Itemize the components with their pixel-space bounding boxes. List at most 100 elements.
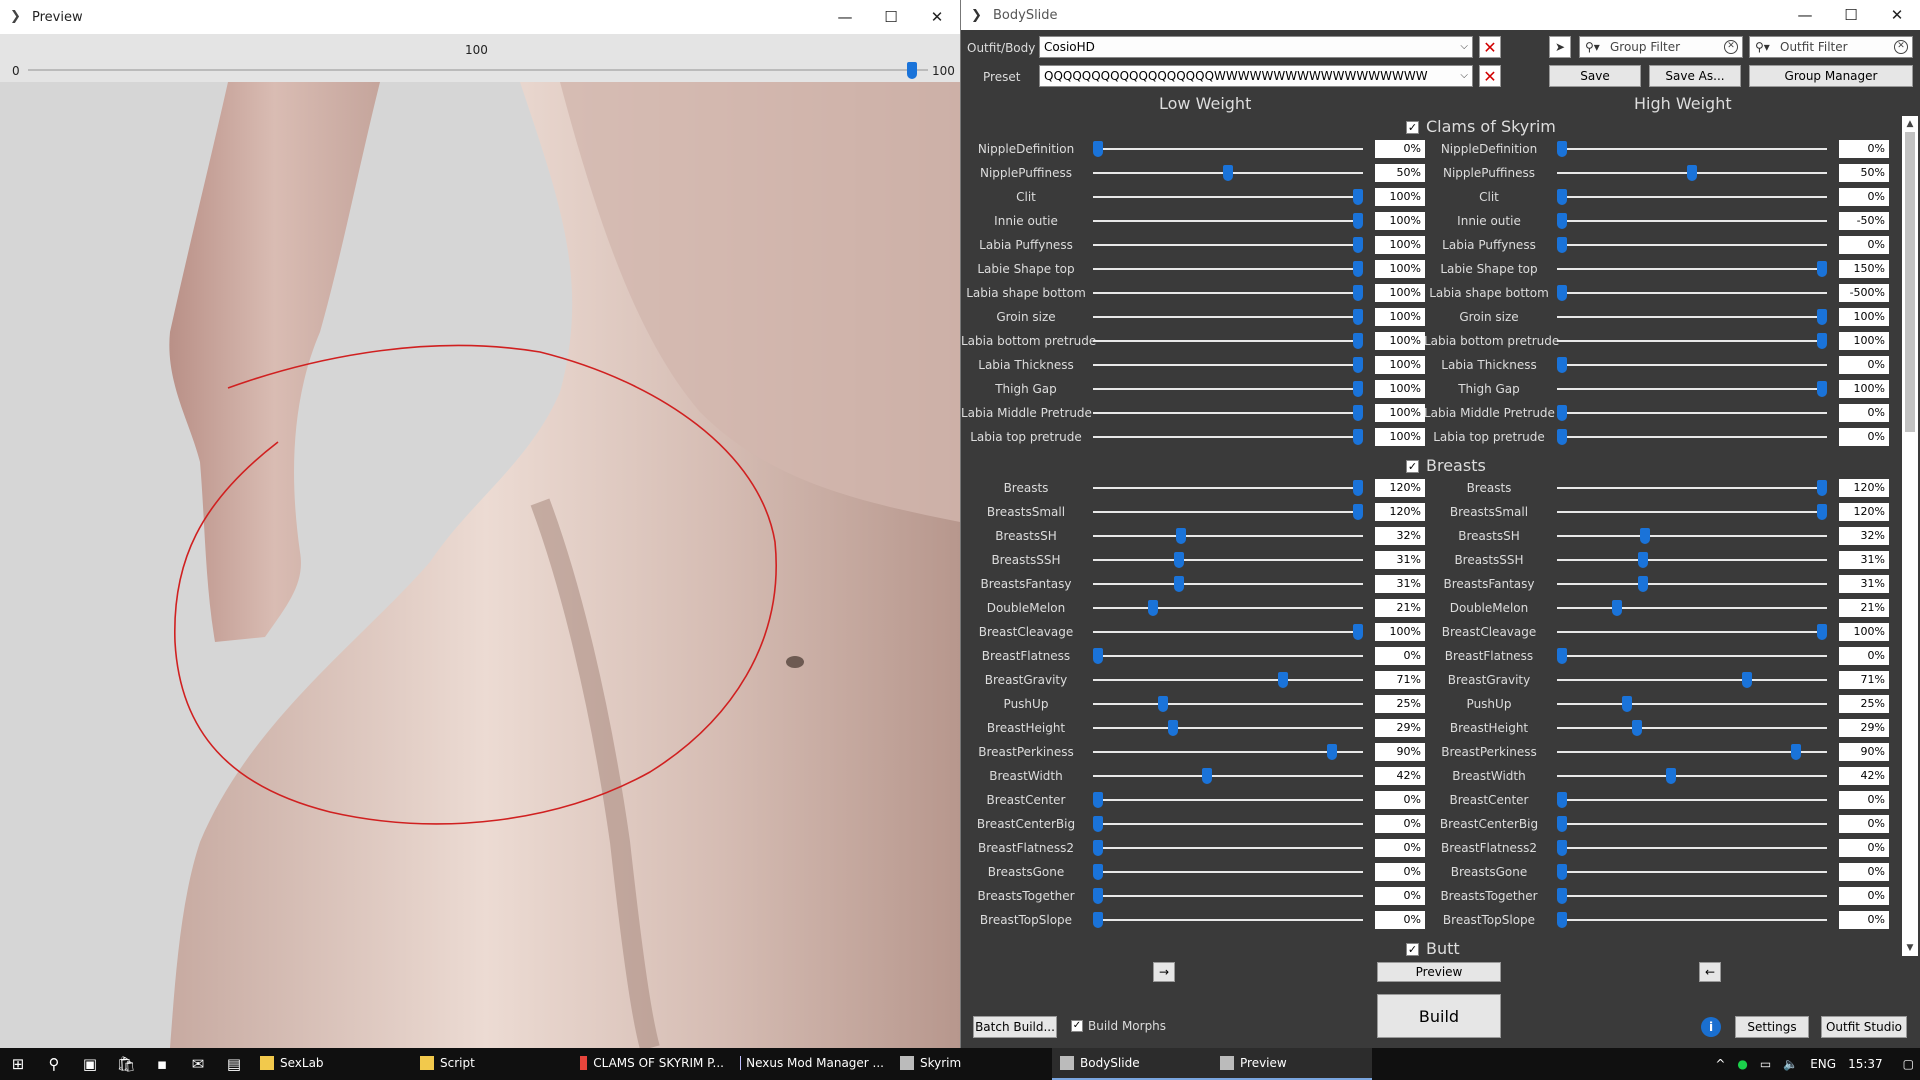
low-slider-thumb[interactable] <box>1353 261 1363 277</box>
low-slider-track[interactable] <box>1093 436 1363 438</box>
low-slider-value[interactable]: 90% <box>1375 743 1425 761</box>
clear-filter-icon[interactable]: ✕ <box>1724 40 1738 54</box>
high-slider-track[interactable] <box>1557 631 1827 633</box>
task-view-icon[interactable]: ▣ <box>72 1048 108 1080</box>
low-slider-track[interactable] <box>1093 220 1363 222</box>
low-slider-track[interactable] <box>1093 895 1363 897</box>
low-slider-thumb[interactable] <box>1093 864 1103 880</box>
maximize-button[interactable]: ☐ <box>1828 0 1874 30</box>
low-slider-thumb[interactable] <box>1353 333 1363 349</box>
low-slider-track[interactable] <box>1093 727 1363 729</box>
low-slider-value[interactable]: 100% <box>1375 212 1425 230</box>
info-icon[interactable]: i <box>1701 1017 1721 1037</box>
high-slider-thumb[interactable] <box>1557 285 1567 301</box>
high-slider-track[interactable] <box>1557 148 1827 150</box>
high-slider-value[interactable]: 0% <box>1839 791 1889 809</box>
high-slider-track[interactable] <box>1557 559 1827 561</box>
high-slider-track[interactable] <box>1557 196 1827 198</box>
close-button[interactable]: ✕ <box>914 0 960 34</box>
low-slider-track[interactable] <box>1093 364 1363 366</box>
high-slider-track[interactable] <box>1557 823 1827 825</box>
high-slider-thumb[interactable] <box>1687 165 1697 181</box>
low-slider-value[interactable]: 100% <box>1375 308 1425 326</box>
low-slider-thumb[interactable] <box>1353 213 1363 229</box>
taskbar-app-clams-of-skyrim-p[interactable]: CLAMS OF SKYRIM P... <box>572 1048 732 1080</box>
high-slider-value[interactable]: 150% <box>1839 260 1889 278</box>
low-slider-thumb[interactable] <box>1353 237 1363 253</box>
vertical-scrollbar[interactable]: ▲ ▼ <box>1902 116 1918 956</box>
high-slider-value[interactable]: -50% <box>1839 212 1889 230</box>
low-slider-thumb[interactable] <box>1202 768 1213 784</box>
low-slider-thumb[interactable] <box>1093 141 1103 157</box>
save-as-button[interactable]: Save As... <box>1649 65 1741 87</box>
group-manager-button[interactable]: Group Manager <box>1749 65 1913 87</box>
low-slider-value[interactable]: 0% <box>1375 863 1425 881</box>
taskbar-app-nexus-mod-manager[interactable]: Nexus Mod Manager ... <box>732 1048 892 1080</box>
volume-icon[interactable]: 🔈 <box>1783 1057 1798 1071</box>
high-slider-track[interactable] <box>1557 895 1827 897</box>
high-slider-track[interactable] <box>1557 316 1827 318</box>
low-slider-track[interactable] <box>1093 535 1363 537</box>
low-slider-track[interactable] <box>1093 340 1363 342</box>
preset-combo[interactable]: QQQQQQQQQQQQQQQQQQWWWWWWWWWWWWWWWWWW ⌵ <box>1039 65 1473 87</box>
group-filter-input[interactable]: ⚲▾ Group Filter ✕ <box>1579 36 1743 58</box>
low-slider-value[interactable]: 100% <box>1375 428 1425 446</box>
low-slider-value[interactable]: 29% <box>1375 719 1425 737</box>
high-slider-track[interactable] <box>1557 412 1827 414</box>
high-slider-value[interactable]: 25% <box>1839 695 1889 713</box>
high-slider-thumb[interactable] <box>1791 744 1801 760</box>
copy-to-low-button[interactable]: ← <box>1699 962 1721 982</box>
mail-icon[interactable]: ✉ <box>180 1048 216 1080</box>
clear-outfit-button[interactable]: ✕ <box>1479 36 1501 58</box>
low-slider-thumb[interactable] <box>1093 912 1103 928</box>
build-morphs-checkbox[interactable]: ✓ <box>1071 1020 1083 1032</box>
low-slider-thumb[interactable] <box>1093 888 1103 904</box>
high-slider-track[interactable] <box>1557 511 1827 513</box>
low-slider-value[interactable]: 100% <box>1375 356 1425 374</box>
3d-render-viewport[interactable] <box>0 82 960 1048</box>
save-disk-icon[interactable]: ▪ <box>144 1048 180 1080</box>
high-slider-track[interactable] <box>1557 655 1827 657</box>
low-slider-track[interactable] <box>1093 631 1363 633</box>
low-slider-value[interactable]: 71% <box>1375 671 1425 689</box>
low-slider-track[interactable] <box>1093 268 1363 270</box>
high-slider-value[interactable]: 0% <box>1839 404 1889 422</box>
high-slider-value[interactable]: 0% <box>1839 647 1889 665</box>
low-slider-value[interactable]: 100% <box>1375 260 1425 278</box>
minimize-button[interactable]: — <box>1782 0 1828 30</box>
high-slider-thumb[interactable] <box>1557 864 1567 880</box>
high-slider-thumb[interactable] <box>1817 381 1827 397</box>
high-slider-value[interactable]: 0% <box>1839 911 1889 929</box>
low-slider-value[interactable]: 42% <box>1375 767 1425 785</box>
high-slider-value[interactable]: 0% <box>1839 839 1889 857</box>
high-slider-track[interactable] <box>1557 775 1827 777</box>
low-slider-track[interactable] <box>1093 583 1363 585</box>
high-slider-value[interactable]: 100% <box>1839 308 1889 326</box>
network-icon[interactable]: ▭ <box>1760 1057 1771 1071</box>
slider-list[interactable]: ✓ Clams of Skyrim NippleDefinition 0% Nipple… <box>961 116 1901 956</box>
weight-slider-thumb[interactable] <box>907 62 917 79</box>
low-slider-value[interactable]: 0% <box>1375 839 1425 857</box>
low-slider-track[interactable] <box>1093 559 1363 561</box>
high-slider-thumb[interactable] <box>1557 816 1567 832</box>
high-slider-thumb[interactable] <box>1622 696 1632 712</box>
clock[interactable]: 15:37 <box>1848 1057 1883 1071</box>
low-slider-thumb[interactable] <box>1353 189 1363 205</box>
high-slider-track[interactable] <box>1557 847 1827 849</box>
low-slider-value[interactable]: 100% <box>1375 236 1425 254</box>
high-slider-track[interactable] <box>1557 799 1827 801</box>
low-slider-thumb[interactable] <box>1168 720 1179 736</box>
low-slider-value[interactable]: 0% <box>1375 887 1425 905</box>
low-slider-value[interactable]: 0% <box>1375 140 1425 158</box>
store-icon[interactable]: 🛍 <box>108 1048 144 1080</box>
high-slider-thumb[interactable] <box>1557 357 1567 373</box>
high-slider-track[interactable] <box>1557 436 1827 438</box>
scroll-thumb[interactable] <box>1905 132 1915 432</box>
clear-preset-button[interactable]: ✕ <box>1479 65 1501 87</box>
high-slider-thumb[interactable] <box>1817 309 1827 325</box>
slider-group-header[interactable]: ✓ Butt <box>961 938 1901 956</box>
taskbar-app-skyrim[interactable]: Skyrim <box>892 1048 1052 1080</box>
high-slider-track[interactable] <box>1557 727 1827 729</box>
low-slider-track[interactable] <box>1093 751 1363 753</box>
high-slider-value[interactable]: 0% <box>1839 188 1889 206</box>
